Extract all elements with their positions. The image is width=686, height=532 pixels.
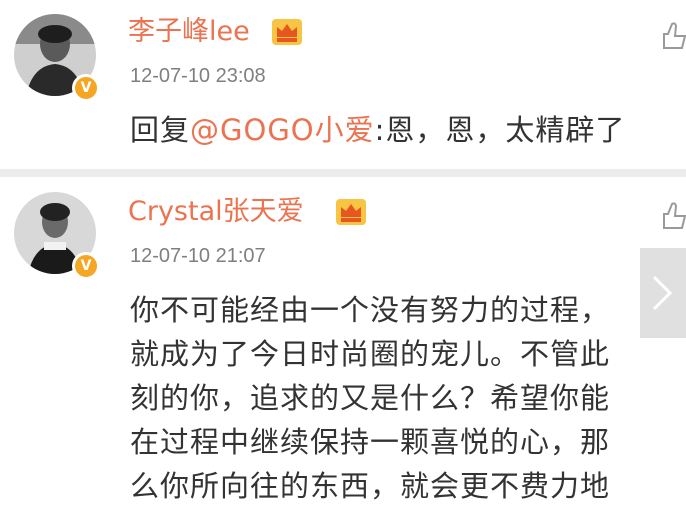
comment-text-line: 你不可能经由一个没有努力的过程， (130, 293, 611, 327)
comment-text-line: 在过程中继续保持一颗喜悦的心，那 (130, 425, 611, 459)
reply-prefix: 回复 (130, 113, 191, 147)
comment-text-line: 么你所向往的东西，就会更不费力地 (130, 469, 611, 503)
comment-text: 回复@GOGO小爱:恩，恩，太精辟了 (130, 108, 625, 152)
mention-link[interactable]: @GOGO小爱 (190, 113, 375, 147)
chevron-right-icon (652, 275, 673, 311)
vip-crown-icon (336, 199, 366, 225)
username[interactable]: Crystal张天爱 (128, 196, 304, 228)
username[interactable]: 李子峰lee (128, 16, 250, 48)
vip-crown-icon (272, 19, 302, 45)
timestamp: 12-07-10 21:07 (130, 245, 266, 267)
timestamp: 12-07-10 23:08 (130, 65, 266, 87)
comment-item: V Crystal张天爱 12-07-10 21:07 你不可能经由一个没有努力… (0, 176, 686, 532)
comment-text-line: 就成为了今日时尚圈的宠儿。不管此 (130, 337, 611, 371)
comment-text-line: 刻的你，追求的又是什么？希望你能 (130, 381, 611, 415)
like-icon[interactable] (660, 20, 686, 50)
next-page-button[interactable] (640, 248, 686, 338)
verified-badge-icon: V (72, 74, 100, 102)
verified-badge-icon: V (72, 252, 100, 280)
avatar[interactable]: V (14, 14, 100, 102)
like-icon[interactable] (660, 200, 686, 230)
avatar[interactable]: V (14, 192, 100, 280)
reply-body: :恩，恩，太精辟了 (374, 113, 626, 147)
comment-item: V 李子峰lee 12-07-10 23:08 回复@GOGO小爱:恩，恩，太精… (0, 0, 686, 172)
